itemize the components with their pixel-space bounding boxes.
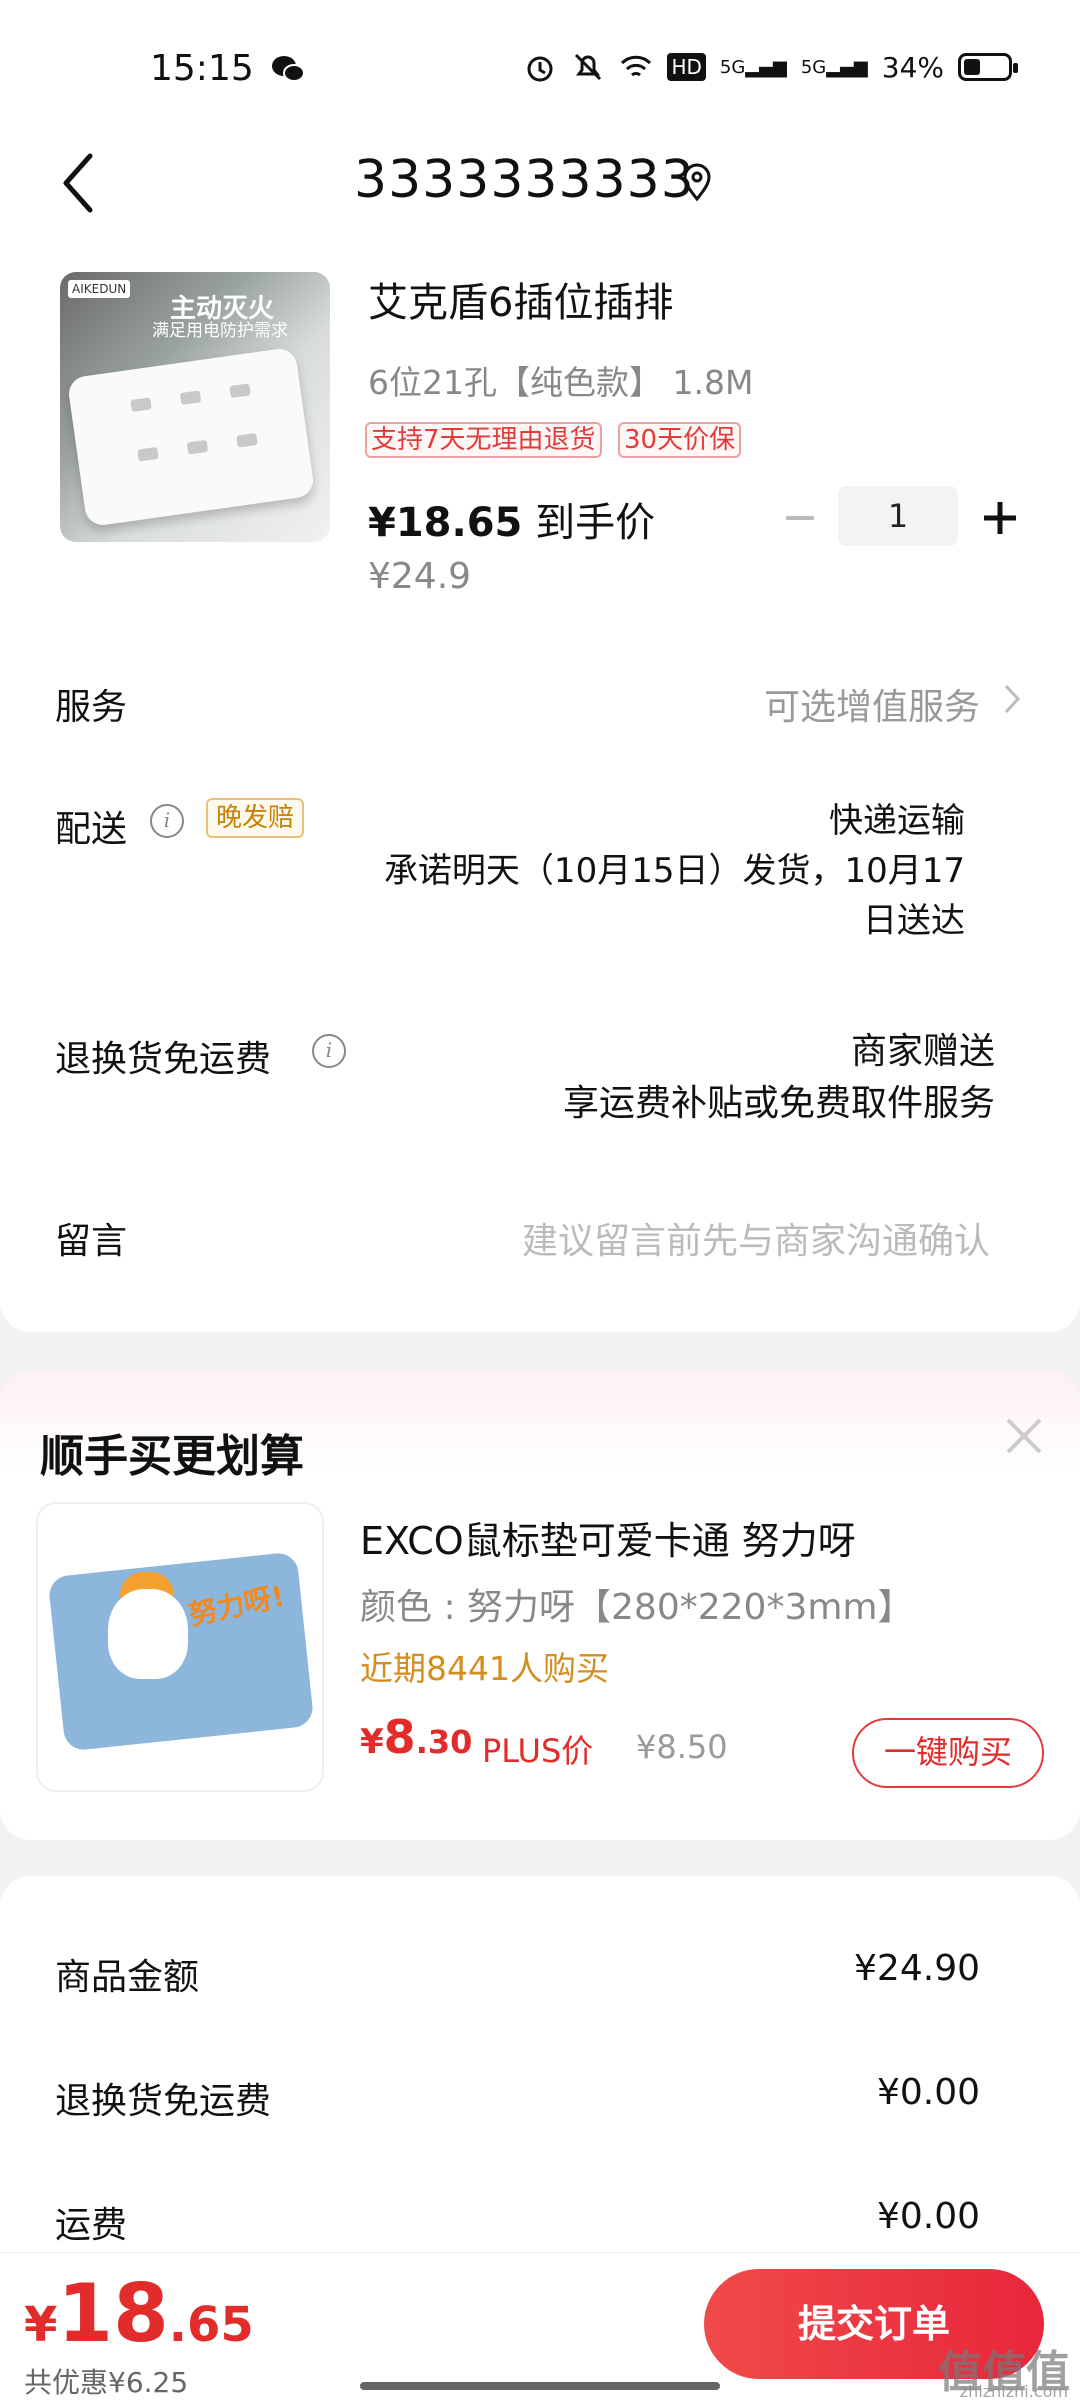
return-shipping-line2: 享运费补贴或免费取件服务 [562, 1083, 995, 1124]
chevron-right-icon[interactable] [1002, 682, 1022, 716]
return-tag: 支持7天无理由退货 [365, 422, 602, 458]
header: 3333333333 [0, 120, 1080, 250]
order-card: AIKEDUN 主动灭火 满足用电防护需求 艾克盾6插位插排 6位21孔【纯色款… [0, 250, 1080, 1332]
signal-icon-2: 5G▂▄▆ [800, 56, 868, 78]
recommend-card: 顺手买更划算 努力呀! EXCO鼠标垫可爱卡通 努力呀 颜色 : 努力呀【280… [0, 1370, 1080, 1840]
mute-bell-icon [575, 53, 602, 81]
message-label: 留言 [55, 1221, 128, 1262]
close-icon[interactable] [1002, 1414, 1046, 1458]
quantity-increase-button[interactable] [978, 488, 1022, 548]
final-price: ¥18.65 到手价 [368, 500, 656, 546]
recommend-buyers: 近期8441人购买 [360, 1649, 609, 1688]
checkout-bar: ¥18.65 共优惠¥6.25 提交订单 [0, 2252, 1080, 2400]
battery-percent: 34% [881, 50, 944, 84]
recommend-product-spec: 颜色 : 努力呀【280*220*3mm】 [360, 1587, 914, 1628]
service-label: 服务 [55, 687, 128, 728]
delivery-info-icon[interactable]: i [150, 804, 184, 838]
home-indicator[interactable] [360, 2382, 720, 2390]
summary-row-label: 运费 [55, 2205, 128, 2246]
delivery-details[interactable]: 快递运输 承诺明天（10月15日）发货，10月17 日送达 [384, 796, 965, 946]
power-strip-graphic [66, 346, 316, 528]
late-compensation-badge: 晚发赔 [206, 798, 305, 838]
battery-icon [958, 53, 1018, 81]
one-click-buy-button[interactable]: 一键购买 [852, 1718, 1044, 1788]
recommend-product-name[interactable]: EXCO鼠标垫可爱卡通 努力呀 [360, 1510, 856, 1565]
price-protect-tag: 30天价保 [618, 422, 742, 458]
product-spec[interactable]: 6位21孔【纯色款】 1.8M [368, 356, 753, 404]
quantity-input[interactable]: 1 [838, 486, 958, 546]
quantity-decrease-button[interactable] [780, 488, 820, 548]
delivery-label: 配送 [55, 809, 128, 850]
watermark-url: zhizhizhi.com [959, 2382, 1068, 2400]
wechat-icon [272, 56, 305, 82]
summary-row-label: 商品金额 [55, 1957, 200, 1998]
delivery-promise-line2: 日送达 [863, 901, 965, 941]
plus-price-label: PLUS价 [482, 1732, 594, 1770]
summary-row-value: ¥0.00 [876, 2072, 980, 2113]
status-icons: HD 5G▂▄▆ 5G▂▄▆ 34% [523, 50, 1018, 84]
location-pin-icon[interactable] [680, 162, 714, 202]
recommend-price: ¥8.30 [360, 1710, 473, 1764]
recommend-old-price: ¥8.50 [636, 1728, 728, 1766]
service-value[interactable]: 可选增值服务 [764, 678, 980, 730]
status-bar: 15:15 HD 5G▂▄▆ 5G▂▄▆ 34% [0, 0, 1080, 120]
recommend-title: 顺手买更划算 [40, 1431, 304, 1482]
return-shipping-label: 退换货免运费 [55, 1039, 272, 1080]
return-shipping-line1: 商家赠送 [850, 1031, 995, 1072]
message-input[interactable]: 建议留言前先与商家沟通确认 [522, 1212, 990, 1264]
hd-icon: HD [667, 53, 706, 81]
status-time: 15:15 [150, 48, 254, 89]
original-price: ¥24.9 [368, 556, 472, 597]
price-summary-card: 商品金额 ¥24.90 退换货免运费 ¥0.00 运费 ¥0.00 [0, 1876, 1080, 2276]
return-shipping-info-icon[interactable]: i [312, 1034, 346, 1068]
product-image[interactable]: AIKEDUN 主动灭火 满足用电防护需求 [60, 272, 330, 542]
product-image-subline: 满足用电防护需求 [152, 321, 288, 341]
wifi-icon [621, 55, 652, 77]
duck-graphic [108, 1589, 188, 1679]
total-price: ¥18.65 [24, 2267, 254, 2360]
product-name[interactable]: 艾克盾6插位插排 [368, 270, 673, 328]
summary-row-value: ¥0.00 [876, 2196, 980, 2237]
total-discount: 共优惠¥6.25 [24, 2366, 189, 2399]
back-arrow-icon[interactable] [60, 148, 100, 218]
delivery-method: 快递运输 [829, 801, 965, 841]
summary-row-label: 退换货免运费 [55, 2081, 272, 2122]
signal-icon-1: 5G▂▄▆ [719, 56, 787, 78]
recommend-product-image[interactable]: 努力呀! [36, 1502, 324, 1792]
product-image-logo: AIKEDUN [68, 280, 131, 298]
summary-row-value: ¥24.90 [854, 1948, 980, 1989]
delivery-promise-line1: 承诺明天（10月15日）发货，10月17 [383, 851, 965, 891]
alarm-icon [527, 56, 553, 82]
return-shipping-details: 商家赠送 享运费补贴或免费取件服务 [563, 1026, 995, 1130]
page-title: 3333333333 [354, 150, 695, 210]
